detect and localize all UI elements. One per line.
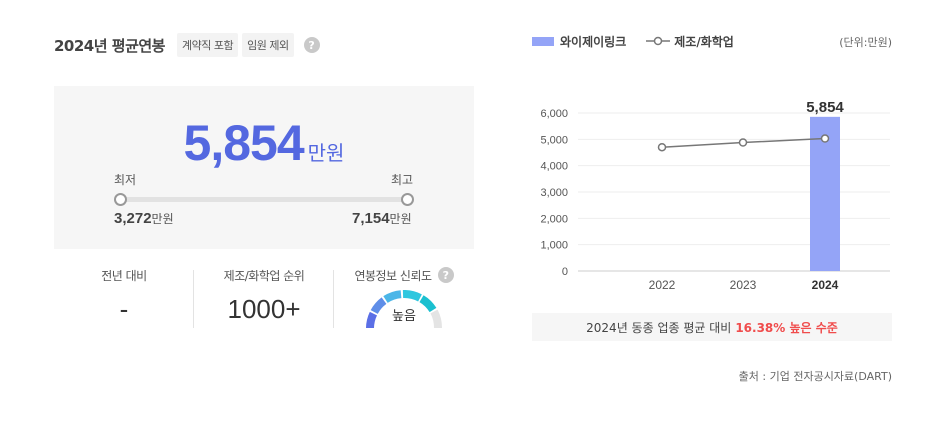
stats-row: 전년 대비 - 제조/화학업 순위 1000+ 연봉정보 신뢰도 ? 높음 [54, 266, 474, 336]
stat-reliability: 연봉정보 신뢰도 ? 높음 [334, 266, 474, 330]
max-salary-unit: 만원 [389, 212, 412, 226]
comparison-highlight: 16.38% 높은 수준 [735, 320, 838, 335]
stat-yoy: 전년 대비 - [54, 266, 194, 325]
reliability-value: 높음 [392, 309, 416, 324]
stat-rank-label: 제조/화학업 순위 [223, 268, 305, 283]
gauge-segment [383, 290, 402, 303]
range-max-knob [401, 193, 414, 206]
stat-yoy-value: - [119, 294, 129, 324]
salary-range-track [120, 197, 408, 202]
y-tick-label: 3,000 [540, 187, 568, 199]
legend-bar-swatch [532, 36, 554, 46]
legend-industry: 제조/화학업 [674, 34, 734, 49]
chip-contract-included: 계약직 포함 [176, 33, 239, 57]
stat-yoy-label: 전년 대비 [101, 268, 147, 283]
salary-chart: 0 1,000 2,000 3,000 4,000 5,000 6,000 5,854 2022… [540, 99, 890, 292]
min-label: 최저 [114, 173, 137, 187]
y-tick-label: 2,000 [540, 213, 568, 225]
salary-summary-panel: 2024년 평균연봉 계약직 포함 임원 제외 ? 5,854 만원 최저 최고 … [54, 30, 474, 329]
x-tick-label: 2023 [730, 278, 757, 292]
comparison-text: 2024년 동종 업종 평균 대비 [586, 320, 732, 335]
title-row: 2024년 평균연봉 계약직 포함 임원 제외 ? [54, 30, 474, 60]
y-tick-label: 4,000 [540, 161, 568, 173]
gauge-segment [402, 290, 422, 302]
stat-rank-value: 1000+ [227, 294, 301, 324]
salary-value: 5,854 [183, 115, 305, 171]
chip-executives-excluded: 임원 제외 [242, 33, 294, 57]
y-tick-label: 0 [562, 266, 568, 278]
salary-box: 5,854 만원 최저 최고 3,272만원 7,154만원 [54, 86, 474, 249]
max-salary: 7,154만원 [352, 210, 412, 227]
average-salary: 5,854 만원 [54, 114, 474, 172]
question-icon[interactable]: ? [303, 37, 320, 53]
min-salary: 3,272만원 [114, 210, 174, 227]
unit-note: (단위:만원) [839, 36, 892, 49]
page-title: 2024년 평균연봉 [54, 36, 165, 55]
line-point-2022 [657, 142, 667, 152]
reliability-gauge: 높음 [364, 290, 444, 330]
y-tick-label: 6,000 [540, 108, 568, 120]
x-tick-label: 2024 [812, 278, 839, 292]
bar-value-label: 5,854 [806, 99, 844, 116]
line-point-2024 [820, 134, 830, 143]
source-note: 출처 : 기업 전자공시자료(DART) [738, 370, 892, 383]
min-salary-unit: 만원 [151, 212, 174, 226]
stat-reliability-label: 연봉정보 신뢰도 [354, 268, 432, 283]
salary-unit: 만원 [307, 141, 345, 165]
range-min-knob [114, 193, 127, 206]
x-tick-label: 2022 [649, 278, 676, 292]
y-tick-label: 1,000 [540, 240, 568, 252]
line-point-2023 [738, 138, 748, 147]
comparison-banner: 2024년 동종 업종 평균 대비 16.38% 높은 수준 [532, 313, 892, 341]
stat-reliability-label-row: 연봉정보 신뢰도 ? [334, 266, 474, 284]
min-salary-value: 3,272 [114, 210, 152, 227]
stat-rank: 제조/화학업 순위 1000+ [194, 266, 334, 325]
y-tick-label: 5,000 [540, 134, 568, 146]
max-salary-value: 7,154 [352, 210, 390, 227]
legend-company: 와이제이링크 [560, 34, 627, 49]
chart-legend: 와이제이링크 제조/화학업 [532, 30, 734, 52]
question-icon[interactable]: ? [437, 267, 454, 283]
max-label: 최고 [391, 173, 414, 187]
legend-line-swatch [646, 36, 671, 46]
